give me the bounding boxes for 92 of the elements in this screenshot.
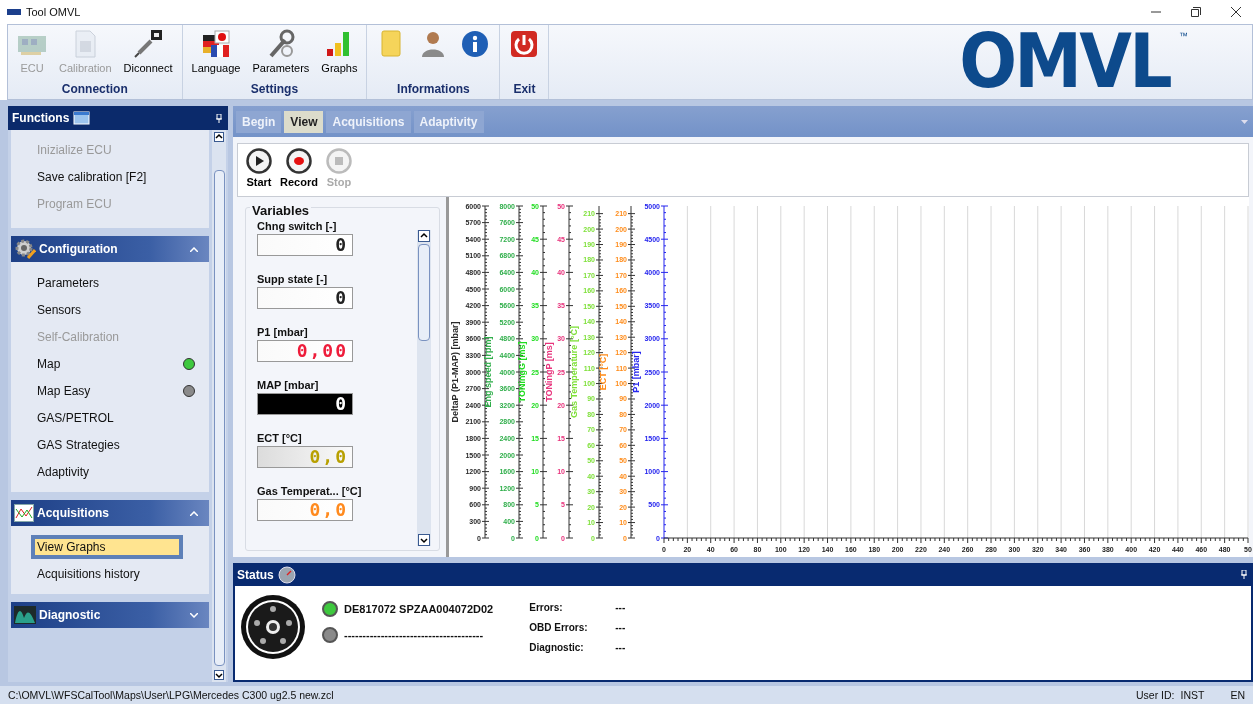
trademark-mark: ™ <box>1179 31 1188 41</box>
file-path: C:\OMVL\WFSCalTool\Maps\User\LPG\Mercedes C300 ug2.5 new.zcl <box>8 689 334 701</box>
menu-item[interactable]: Acquisitions history <box>35 565 142 582</box>
window-title: Tool OMVL <box>26 6 81 18</box>
display-value: 0 <box>334 394 348 414</box>
section-title: Acquisitions <box>37 506 109 520</box>
variable-label: Supp state [-] <box>257 273 329 285</box>
pin-icon[interactable] <box>216 113 222 123</box>
toolbar-button[interactable]: Record <box>280 148 318 192</box>
info-icon <box>460 29 491 59</box>
axis-title: ECT [°C] <box>598 353 608 391</box>
menu-item[interactable]: Sensors <box>35 301 84 318</box>
scroll-thumb[interactable] <box>213 170 225 666</box>
display-value: 0,00 <box>295 341 348 361</box>
axis-title: TONingG [ms] <box>517 341 527 403</box>
pin-icon[interactable] <box>1241 570 1247 579</box>
menu-item[interactable]: Save calibration [F2] <box>35 168 149 185</box>
close-icon[interactable] <box>1231 7 1241 17</box>
menu-item[interactable]: Adaptivity <box>35 463 92 480</box>
panel-title: Status <box>237 567 274 582</box>
section-header[interactable]: Diagnostic <box>11 602 209 628</box>
scroll-thumb[interactable] <box>418 244 430 341</box>
variable-label: Chng switch [-] <box>257 220 338 232</box>
axis-title: P1 [mbar] <box>631 351 641 393</box>
axis-title: DeltaP (P1-MAP) [mbar] <box>450 321 460 423</box>
display-value: 0 <box>334 235 348 255</box>
display-value: 0,0 <box>308 447 348 467</box>
variable-label: Gas Temperat... [°C] <box>257 485 363 497</box>
record-icon <box>285 148 312 174</box>
power-icon <box>509 29 540 59</box>
gauge-icon <box>277 565 296 584</box>
window-icon <box>73 110 92 126</box>
user-label: User ID: <box>1135 689 1175 701</box>
section-title: Diagnostic <box>39 608 101 622</box>
flags-icon <box>201 29 231 59</box>
field-value: --- <box>615 622 626 633</box>
variable-label: ECT [°C] <box>257 432 303 444</box>
collapse-icon <box>190 510 198 516</box>
panel-title: Functions <box>12 111 70 125</box>
plug-icon <box>133 29 164 59</box>
waveform-icon <box>14 606 36 624</box>
section-title: Configuration <box>39 242 118 256</box>
logo: OMVL <box>959 25 1170 97</box>
stop-icon <box>325 148 352 174</box>
group-title: Variables <box>250 203 312 218</box>
variable-label: MAP [mbar] <box>257 379 320 391</box>
line-chart-icon <box>14 504 34 522</box>
scrollbar[interactable] <box>417 230 431 546</box>
scroll-up-icon[interactable] <box>418 230 430 242</box>
field-value: --- <box>615 602 626 613</box>
ribbon-button[interactable]: Language <box>188 27 244 82</box>
maximize-icon[interactable] <box>1191 7 1201 17</box>
variable-label: P1 [mbar] <box>257 326 309 338</box>
axis-title: Gas Temperature [°C] <box>569 326 579 418</box>
field-label: OBD Errors: <box>529 622 589 633</box>
language-code: EN <box>1230 689 1245 701</box>
expand-icon <box>190 612 198 618</box>
menu-item[interactable]: Parameters <box>35 274 102 291</box>
app-logo-icon <box>7 9 21 15</box>
scrollbar[interactable] <box>212 130 226 682</box>
device-id: DE817072 SPZAA004072D02 <box>344 603 494 615</box>
tab[interactable]: View <box>284 110 324 133</box>
section-header[interactable]: Acquisitions <box>11 500 209 526</box>
menu-item[interactable]: Map Easy <box>35 382 93 399</box>
menu-item[interactable]: GAS/PETROL <box>35 409 116 426</box>
scroll-down-icon[interactable] <box>418 534 430 546</box>
play-icon <box>246 148 272 174</box>
ribbon-button[interactable]: Graphs <box>318 27 361 82</box>
menu-item[interactable]: GAS Strategies <box>35 436 122 453</box>
collapse-icon <box>190 246 198 252</box>
wheel-icon <box>240 594 306 660</box>
axis-title: TONingP [ms] <box>544 342 554 402</box>
group-title: Connection <box>61 82 128 98</box>
user-id: INST <box>1180 689 1205 701</box>
section-header[interactable]: Configuration <box>11 236 209 262</box>
group-title: Settings <box>250 82 299 98</box>
group-title: Informations <box>397 82 470 98</box>
field-label: Diagnostic: <box>529 642 585 653</box>
display-value: 0 <box>334 288 348 308</box>
gear-icon <box>14 238 36 260</box>
menu-item[interactable]: Map <box>35 355 63 372</box>
display-value: 0,0 <box>308 500 348 520</box>
toolbar-button[interactable]: Start <box>246 148 272 192</box>
field-label: Errors: <box>529 602 564 613</box>
ribbon-button[interactable]: Parameters <box>249 27 313 82</box>
ribbon-button[interactable]: Diconnect <box>120 27 176 82</box>
scroll-down-icon[interactable] <box>214 670 224 680</box>
device-id: -------------------------------------- <box>344 629 484 641</box>
field-value: --- <box>615 642 626 653</box>
axis-title: Eng speed [rpm] <box>483 336 493 408</box>
group-title: Exit <box>513 82 536 98</box>
scroll-up-icon[interactable] <box>214 132 224 142</box>
